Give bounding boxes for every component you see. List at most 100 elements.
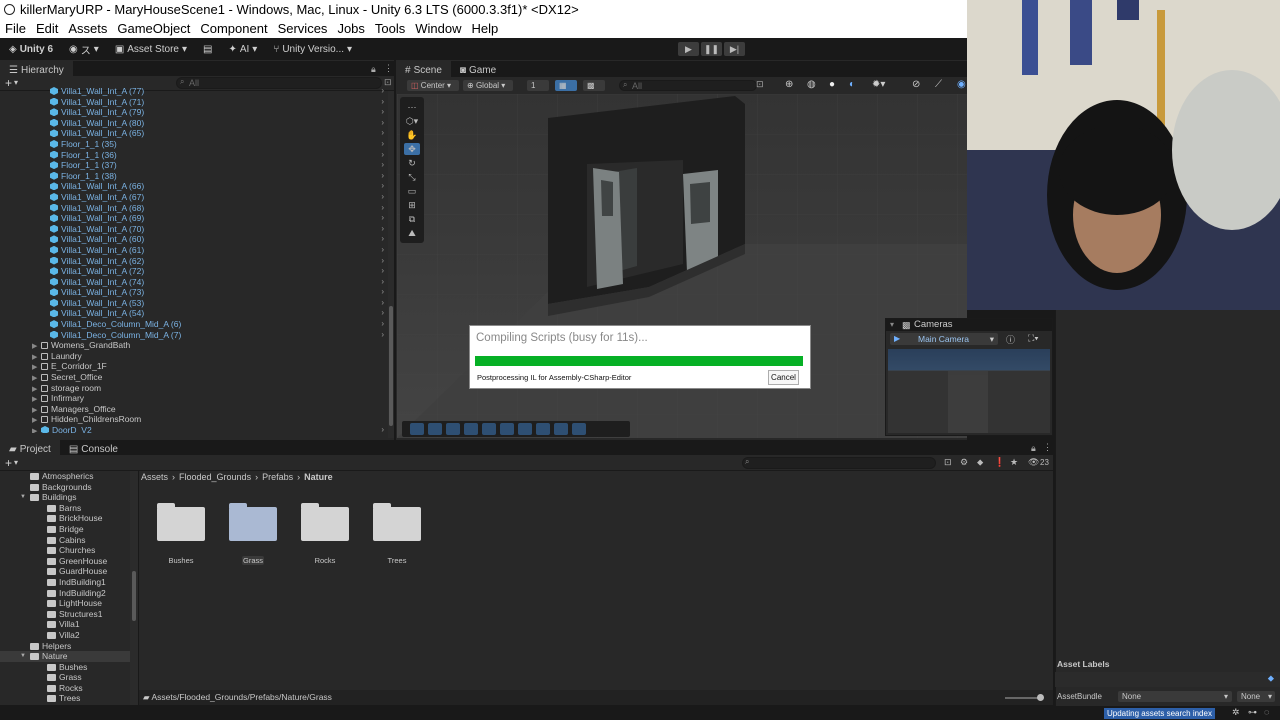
hierarchy-row[interactable]: ▶ Hidden_ChildrensRoom bbox=[0, 414, 388, 425]
camera-select-dropdown[interactable]: ▶ Main Camera ▾ bbox=[890, 333, 998, 345]
pause-button[interactable]: ❚❚ bbox=[701, 42, 722, 56]
hierarchy-row[interactable]: ▶ E_Corridor_1F bbox=[0, 361, 388, 372]
grid-toggle-icon[interactable] bbox=[482, 423, 496, 435]
hierarchy-row[interactable]: Villa1_Wall_Int_A (73) › bbox=[0, 287, 388, 298]
hierarchy-row[interactable]: Villa1_Wall_Int_A (77) › bbox=[0, 86, 388, 97]
open-prefab-arrow-icon[interactable]: › bbox=[381, 224, 384, 235]
tab-scene[interactable]: # Scene bbox=[396, 61, 451, 77]
hierarchy-row[interactable]: Floor_1_1 (36) › bbox=[0, 150, 388, 161]
magnifier-icon[interactable] bbox=[536, 423, 550, 435]
open-prefab-arrow-icon[interactable]: › bbox=[381, 203, 384, 214]
folder-item-label[interactable]: Bushes bbox=[151, 556, 211, 565]
rect-tool-icon[interactable]: ▭ bbox=[404, 185, 420, 197]
hierarchy-row[interactable]: Villa1_Deco_Column_Mid_A (6) › bbox=[0, 319, 388, 330]
hierarchy-row[interactable]: ▶ Managers_Office bbox=[0, 404, 388, 415]
folder-item[interactable] bbox=[373, 503, 421, 541]
pivot-dropdown[interactable]: ◫ Center ▾ bbox=[407, 80, 459, 91]
open-prefab-arrow-icon[interactable]: › bbox=[381, 319, 384, 330]
bug-icon[interactable]: ✲ bbox=[1232, 707, 1240, 718]
grid-size-field[interactable]: 1 bbox=[527, 80, 549, 91]
tools-menu-icon[interactable]: ⋯ bbox=[404, 101, 420, 113]
cancel-button[interactable]: Cancel bbox=[768, 370, 799, 385]
icon-size-slider-thumb[interactable] bbox=[1037, 694, 1044, 701]
open-prefab-arrow-icon[interactable]: › bbox=[381, 150, 384, 161]
folder-tree-item[interactable]: IndBuilding1 bbox=[0, 577, 130, 588]
hierarchy-row[interactable]: Villa1_Wall_Int_A (66) › bbox=[0, 181, 388, 192]
folder-tree-item[interactable]: LightHouse bbox=[0, 598, 130, 609]
folder-tree-item[interactable]: Rocks bbox=[0, 683, 130, 694]
frame-icon[interactable] bbox=[446, 423, 460, 435]
favorite-star-icon[interactable]: ★ bbox=[1010, 457, 1018, 468]
folder-tree-item[interactable]: Grass bbox=[0, 672, 130, 683]
folder-item[interactable] bbox=[157, 503, 205, 541]
lighting-toggle-icon[interactable]: ◐ bbox=[849, 79, 855, 90]
breadcrumb-prefabs[interactable]: Prefabs bbox=[262, 472, 293, 482]
hierarchy-row[interactable]: Villa1_Wall_Int_A (80) › bbox=[0, 118, 388, 129]
draw-mode-icon[interactable]: ◍ bbox=[807, 79, 816, 90]
menu-jobs[interactable]: Jobs bbox=[332, 21, 369, 36]
folder-item[interactable] bbox=[229, 503, 277, 541]
folder-tree-item[interactable]: Bushes bbox=[0, 662, 130, 673]
hierarchy-row[interactable]: Villa1_Wall_Int_A (74) › bbox=[0, 277, 388, 288]
lock-icon[interactable]: 🔒︎ bbox=[1031, 443, 1036, 454]
hierarchy-scrollbar-thumb[interactable] bbox=[389, 306, 393, 426]
hierarchy-row[interactable]: Villa1_Wall_Int_A (54) › bbox=[0, 308, 388, 319]
hierarchy-row[interactable]: Villa1_Wall_Int_A (65) › bbox=[0, 128, 388, 139]
hierarchy-row[interactable]: Villa1_Wall_Int_A (62) › bbox=[0, 256, 388, 267]
folder-tree-item[interactable]: Atmospherics bbox=[0, 471, 130, 482]
search-filter-icon[interactable]: ⊡ bbox=[756, 79, 764, 90]
folder-tree-item[interactable]: ▼ Buildings bbox=[0, 492, 130, 503]
scale-tool-icon[interactable]: ⤡ bbox=[404, 171, 420, 183]
menu-tools[interactable]: Tools bbox=[370, 21, 410, 36]
folder-tree-item[interactable]: GreenHouse bbox=[0, 556, 130, 567]
open-prefab-arrow-icon[interactable]: › bbox=[381, 118, 384, 129]
folder-tree-item[interactable]: Villa1 bbox=[0, 619, 130, 630]
open-prefab-arrow-icon[interactable]: › bbox=[381, 277, 384, 288]
custom-tool-icon[interactable]: ⧉ bbox=[404, 213, 420, 225]
unity-account-button[interactable]: ◈ Unity 6 bbox=[4, 42, 58, 57]
open-prefab-arrow-icon[interactable]: › bbox=[381, 192, 384, 203]
chevron-down-icon[interactable]: ▾ bbox=[14, 458, 18, 467]
menu-file[interactable]: File bbox=[0, 21, 31, 36]
folder-item-label[interactable]: Rocks bbox=[295, 556, 355, 565]
hand-tool-icon[interactable]: ✋ bbox=[404, 129, 420, 141]
hierarchy-row[interactable]: Villa1_Wall_Int_A (79) › bbox=[0, 107, 388, 118]
breadcrumb-flooded-grounds[interactable]: Flooded_Grounds bbox=[179, 472, 251, 482]
tag-icon[interactable]: ⬥ bbox=[1268, 673, 1274, 684]
rotate-tool-icon[interactable]: ↻ bbox=[404, 157, 420, 169]
hierarchy-row[interactable]: Villa1_Wall_Int_A (61) › bbox=[0, 245, 388, 256]
sphere-icon[interactable] bbox=[500, 423, 514, 435]
gizmos-icon[interactable]: ⟋ bbox=[935, 79, 942, 90]
tab-hierarchy[interactable]: ☰ Hierarchy bbox=[0, 61, 73, 77]
move-icon[interactable] bbox=[554, 423, 568, 435]
scene-search-input[interactable]: All bbox=[619, 80, 757, 91]
open-prefab-arrow-icon[interactable]: › bbox=[381, 128, 384, 139]
open-prefab-arrow-icon[interactable]: › bbox=[381, 160, 384, 171]
step-button[interactable]: ▶| bbox=[724, 42, 745, 56]
folder-tree-item[interactable]: Trees bbox=[0, 693, 130, 704]
kebab-menu-icon[interactable]: ⋮ bbox=[1043, 442, 1052, 453]
label-filter-icon[interactable]: ⬥ bbox=[977, 457, 983, 468]
open-prefab-arrow-icon[interactable]: › bbox=[381, 86, 384, 97]
open-prefab-arrow-icon[interactable]: › bbox=[381, 425, 384, 433]
hidden-objects-icon[interactable]: ⊘ bbox=[912, 79, 920, 90]
folder-tree-item[interactable]: Structures1 bbox=[0, 609, 130, 620]
terrain-icon[interactable] bbox=[518, 423, 532, 435]
ai-button[interactable]: ✦ AI ▾ bbox=[223, 42, 262, 57]
folder-tree-scrollbar-thumb[interactable] bbox=[132, 571, 136, 621]
hierarchy-row[interactable]: Villa1_Wall_Int_A (72) › bbox=[0, 266, 388, 277]
hierarchy-row[interactable]: Villa1_Wall_Int_A (60) › bbox=[0, 234, 388, 245]
package-button[interactable]: ▤ bbox=[198, 42, 217, 57]
transform-tool-icon[interactable]: ⊞ bbox=[404, 199, 420, 211]
hierarchy-row[interactable]: ▶ Secret_Office bbox=[0, 372, 388, 383]
open-prefab-arrow-icon[interactable]: › bbox=[381, 298, 384, 309]
open-prefab-arrow-icon[interactable]: › bbox=[381, 330, 384, 341]
version-control-button[interactable]: ⑂ Unity Versio... ▾ bbox=[268, 42, 357, 57]
open-prefab-arrow-icon[interactable]: › bbox=[381, 213, 384, 224]
folder-tree-item[interactable]: ▼ Nature bbox=[0, 651, 130, 662]
breadcrumb-assets[interactable]: Assets bbox=[141, 472, 168, 482]
open-prefab-arrow-icon[interactable]: › bbox=[381, 256, 384, 267]
warning-icon[interactable]: ❗ bbox=[994, 457, 1005, 468]
effects-icon[interactable]: ✹▾ bbox=[872, 79, 885, 90]
menu-assets[interactable]: Assets bbox=[63, 21, 112, 36]
